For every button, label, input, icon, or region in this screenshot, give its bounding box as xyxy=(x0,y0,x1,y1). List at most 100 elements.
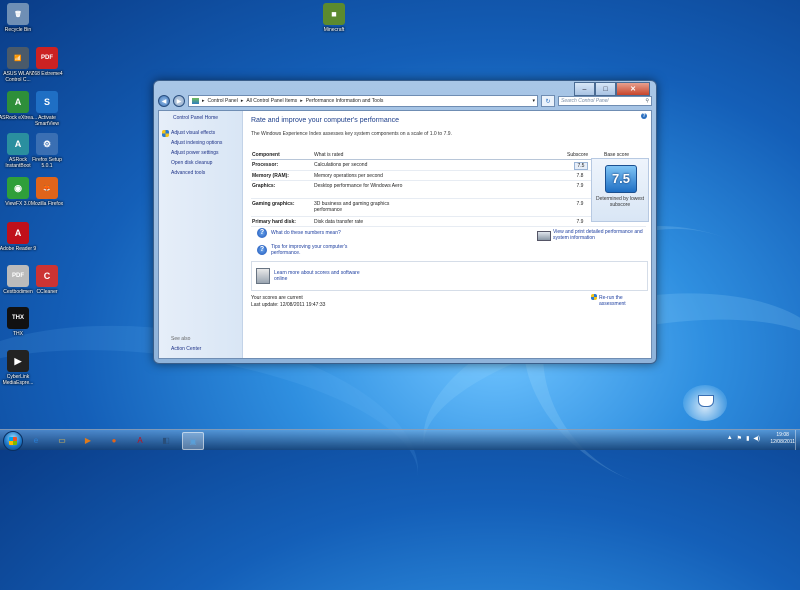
score-table: Component What is rated Subscore Base sc… xyxy=(251,150,646,227)
component-name: Gaming graphics: xyxy=(252,201,295,207)
subscore-value: 7.5 xyxy=(574,162,588,170)
desktop-icon-label: Minecraft xyxy=(323,27,345,33)
refresh-button[interactable]: ↻ xyxy=(541,95,555,107)
explorer-icon: ▭ xyxy=(58,435,66,445)
desktop-app-icon: A xyxy=(7,133,29,155)
window-content: Control Panel Home Adjust visual effects… xyxy=(158,110,652,359)
score-row: Graphics: Desktop performance for Windows… xyxy=(251,181,646,199)
desktop-app-icon: THX xyxy=(7,307,29,329)
clock[interactable]: 19:08 12/08/2011 xyxy=(770,432,795,446)
taskbar-app-6-button[interactable]: ◧ xyxy=(156,432,176,448)
taskbar-firefox-button[interactable]: ● xyxy=(104,432,124,448)
desktop-app-icon: ◉ xyxy=(7,177,29,199)
scores-current-text: Your scores are current xyxy=(251,295,303,301)
media-player-icon: ▶ xyxy=(84,435,92,445)
adobe-icon: A xyxy=(137,435,143,445)
header-component: Component xyxy=(252,152,280,158)
cup-icon xyxy=(698,395,714,407)
address-dropdown-icon[interactable]: ▾ xyxy=(532,98,537,104)
sidebar-link-visual-effects[interactable]: Adjust visual effects xyxy=(171,130,215,136)
start-button[interactable] xyxy=(3,431,23,451)
shield-icon xyxy=(591,294,597,300)
component-name: Primary hard disk: xyxy=(252,219,296,225)
desktop-icon[interactable]: ⚙ Firefox Setup 5.0.1 xyxy=(27,133,67,169)
control-panel-home-link[interactable]: Control Panel Home xyxy=(173,115,218,121)
desktop-app-icon: A xyxy=(7,222,29,244)
breadcrumb-performance[interactable]: Performance Information and Tools xyxy=(306,98,384,104)
system-tray: ▲ ⚑ ▮ ◀) xyxy=(727,435,760,442)
score-row: Gaming graphics: 3D business and gaming g… xyxy=(251,199,646,217)
firefox-icon: ● xyxy=(111,435,117,445)
action-center-flag-icon[interactable]: ⚑ xyxy=(737,435,742,442)
show-hidden-icons-icon[interactable]: ▲ xyxy=(727,435,733,442)
ie-icon: e xyxy=(33,435,39,445)
breadcrumb-all-items[interactable]: All Control Panel Items xyxy=(246,98,297,104)
search-icon: ⚲ xyxy=(645,98,649,104)
desktop-icon[interactable]: 🦊 Mozilla Firefox xyxy=(27,177,67,207)
taskbar-media-player-button[interactable]: ▶ xyxy=(78,432,98,448)
desktop-app-icon: 🗑 xyxy=(7,3,29,25)
desktop-icon[interactable]: ▶ CyberLink MediaEspre... xyxy=(0,350,38,386)
desktop-icon[interactable]: A Adobe Reader 9 xyxy=(0,222,38,252)
help-question-icon: ? xyxy=(257,228,267,238)
tips-link[interactable]: Tips for improving your computer's perfo… xyxy=(271,244,371,256)
rated-metric: Desktop performance for Windows Aero xyxy=(314,183,403,189)
component-name: Memory (RAM): xyxy=(252,173,289,179)
taskbar-control-panel-button[interactable]: ▣ xyxy=(182,432,204,450)
forward-button[interactable]: ▶ xyxy=(173,95,185,107)
sidebar-link-disk-cleanup[interactable]: Open disk cleanup xyxy=(171,160,212,166)
control-panel-icon: ▣ xyxy=(189,436,197,446)
minimize-button[interactable]: – xyxy=(574,82,595,96)
volume-icon[interactable]: ◀) xyxy=(753,435,760,442)
desktop-icon[interactable]: 🗑 Recycle Bin xyxy=(0,3,38,33)
window-controls: – □ ✕ xyxy=(574,82,650,96)
desktop-icon[interactable]: PDF Z68 Extreme4 xyxy=(27,47,67,77)
desktop-icon-label: Firefox Setup 5.0.1 xyxy=(32,157,62,169)
rated-metric: Calculations per second xyxy=(314,162,368,168)
taskbar-ie-button[interactable]: e xyxy=(26,432,46,448)
rerun-assessment-link[interactable]: Re-run the assessment xyxy=(599,295,647,307)
desktop-app-icon: PDF xyxy=(36,47,58,69)
print-details-link[interactable]: View and print detailed performance and … xyxy=(553,229,653,241)
sidebar-link-power[interactable]: Adjust power settings xyxy=(171,150,219,156)
sidebar-link-action-center[interactable]: Action Center xyxy=(171,346,201,352)
table-header: Component What is rated Subscore Base sc… xyxy=(251,150,646,160)
numbers-meaning-link[interactable]: What do these numbers mean? xyxy=(271,230,341,236)
breadcrumb-control-panel[interactable]: Control Panel xyxy=(208,98,238,104)
desktop-app-icon: S xyxy=(36,91,58,113)
close-button[interactable]: ✕ xyxy=(616,82,650,96)
desktop-app-icon: C xyxy=(36,265,58,287)
learn-more-link[interactable]: Learn more about scores and software onl… xyxy=(274,270,374,282)
base-score-badge: 7.5 xyxy=(605,165,637,193)
desktop-icon-label: THX xyxy=(13,331,23,337)
subscore-value: 7.9 xyxy=(576,219,584,225)
address-bar[interactable]: ▸ Control Panel ▸ All Control Panel Item… xyxy=(188,95,538,107)
sidebar-link-advanced-tools[interactable]: Advanced tools xyxy=(171,170,205,176)
score-row: Processor: Calculations per second 7.5 xyxy=(251,160,646,171)
shield-icon xyxy=(162,130,169,137)
desktop-icon[interactable]: THX THX xyxy=(0,307,38,337)
desktop-app-icon: A xyxy=(7,91,29,113)
desktop-icon[interactable]: C CCleaner xyxy=(27,265,67,295)
search-input[interactable]: Search Control Panel ⚲ xyxy=(558,96,652,106)
maximize-button[interactable]: □ xyxy=(595,82,616,96)
page-subtitle: The Windows Experience Index assesses ke… xyxy=(251,131,452,137)
desktop-icon[interactable]: S Activate SmartView xyxy=(27,91,67,127)
sidebar-link-indexing[interactable]: Adjust indexing options xyxy=(171,140,222,146)
back-button[interactable]: ◀ xyxy=(158,95,170,107)
taskbar-adobe-button[interactable]: A xyxy=(130,432,150,448)
taskbar-explorer-button[interactable]: ▭ xyxy=(52,432,72,448)
printer-icon xyxy=(537,231,551,241)
header-subscore: Subscore xyxy=(567,152,589,158)
desktop-app-icon: PDF xyxy=(7,265,29,287)
help-question-icon: ? xyxy=(257,245,267,255)
desktop-icon[interactable]: ■ Minecraft xyxy=(314,3,354,33)
network-icon[interactable]: ▮ xyxy=(746,435,749,442)
header-what: What is rated xyxy=(314,152,344,158)
base-score-panel: 7.5 Determined by lowest subscore xyxy=(591,158,649,222)
desktop-icon-label: CyberLink MediaEspre... xyxy=(2,374,34,386)
desktop-gadget[interactable] xyxy=(683,385,727,421)
desktop-icon-label: Activate SmartView xyxy=(34,115,60,127)
show-desktop-button[interactable] xyxy=(795,430,800,450)
desktop-app-icon: ▶ xyxy=(7,350,29,372)
